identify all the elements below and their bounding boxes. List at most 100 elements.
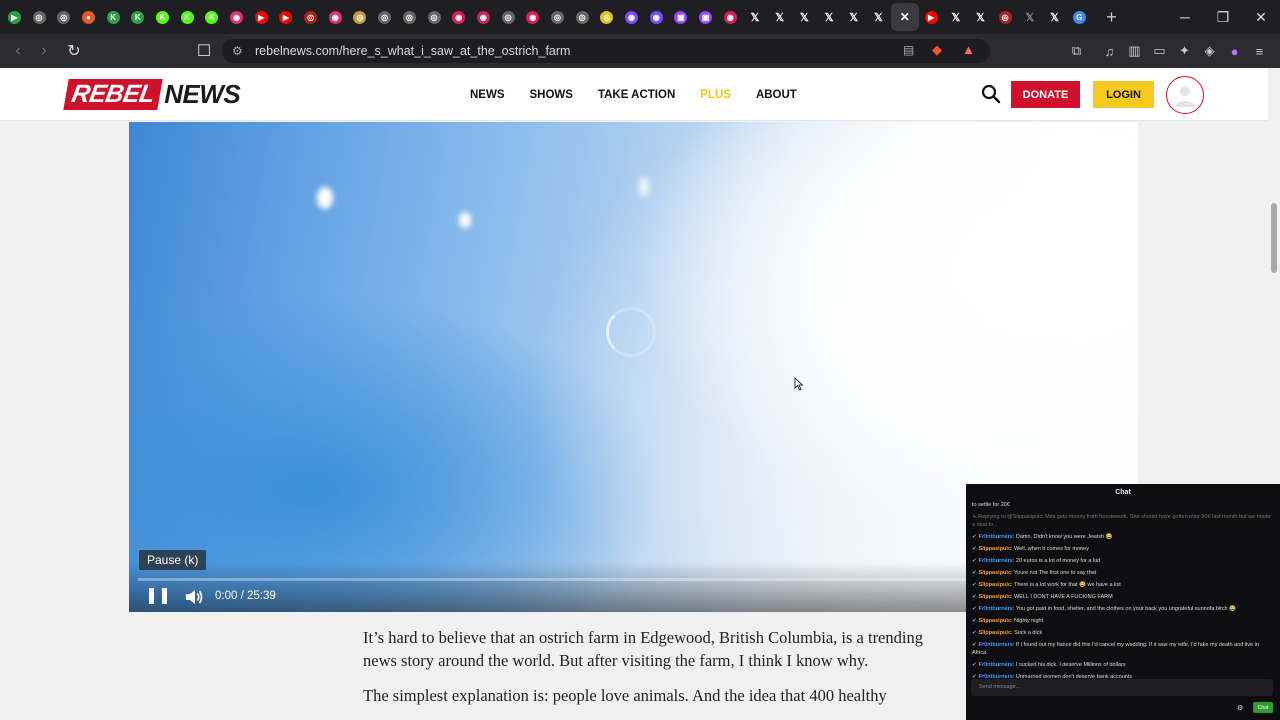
chat-username[interactable]: Slippasipulc <box>979 582 1011 588</box>
browser-tab[interactable]: ▶ <box>274 3 299 31</box>
article-body: It’s hard to believe that an ostrich far… <box>363 626 923 719</box>
chat-text: Damn. Didn't know you were Jewish 😂 <box>1015 534 1113 540</box>
browser-tab[interactable]: ◉ <box>446 3 471 31</box>
browser-tab[interactable]: 𝕏 <box>841 3 866 31</box>
window-close-icon[interactable]: ✕ <box>1242 0 1280 34</box>
search-icon[interactable] <box>981 84 1001 104</box>
browser-tab[interactable]: ◎ <box>51 3 76 31</box>
nav-plus[interactable]: PLUS <box>700 89 731 101</box>
chat-username[interactable]: Slippasipulc <box>979 570 1011 576</box>
chat-username[interactable]: Fr0ntburners <box>979 558 1013 564</box>
browser-tab[interactable]: ● <box>76 3 101 31</box>
chat-username[interactable]: Slippasipulc <box>979 594 1011 600</box>
donate-button[interactable]: DONATE <box>1011 81 1080 108</box>
circle-icon: ◎ <box>32 10 46 24</box>
chat-username[interactable]: Fr0ntburners <box>979 642 1013 648</box>
circle-icon: ● <box>81 10 95 24</box>
browser-tab[interactable]: ✕ <box>890 3 919 31</box>
browser-tab[interactable]: ◎ <box>545 3 570 31</box>
browser-tab[interactable]: 𝕏 <box>968 3 993 31</box>
restore-icon[interactable]: ❐ <box>1204 0 1242 34</box>
profile-icon[interactable]: ● <box>1222 44 1247 59</box>
browser-tab[interactable]: ◉ <box>323 3 348 31</box>
brave-shields-icon[interactable]: ◆ <box>932 42 942 58</box>
address-bar[interactable]: ⚙ rebelnews.com/here_s_what_i_saw_at_the… <box>222 39 990 63</box>
menu-icon[interactable]: ≡ <box>1247 44 1272 59</box>
nav-about[interactable]: ABOUT <box>756 89 797 101</box>
chat-username[interactable]: Fr0ntburners <box>979 662 1013 668</box>
browser-tab[interactable]: ◎ <box>496 3 521 31</box>
wallet-icon[interactable]: ▭ <box>1147 43 1172 59</box>
forward-icon[interactable]: › <box>31 38 57 64</box>
browser-tab[interactable]: ▣ <box>693 3 718 31</box>
browser-tab[interactable]: ◎ <box>298 3 323 31</box>
vpn-icon[interactable]: ◈ <box>1197 43 1222 59</box>
browser-tab[interactable]: K <box>125 3 150 31</box>
scrollbar-thumb[interactable] <box>1271 203 1277 273</box>
chat-settings-icon[interactable]: ⚙ <box>1237 704 1243 712</box>
nav-take-action[interactable]: TAKE ACTION <box>598 89 675 101</box>
browser-tab[interactable]: 𝕏 <box>866 3 891 31</box>
chat-text: Youre not The first one to say that <box>1013 570 1097 576</box>
browser-tab[interactable]: ◎ <box>27 3 52 31</box>
browser-tab[interactable]: ▶ <box>249 3 274 31</box>
browser-tab[interactable]: 𝕏 <box>743 3 768 31</box>
back-icon[interactable]: ‹ <box>5 38 31 64</box>
browser-tab[interactable]: ▶ <box>2 3 27 31</box>
new-tab-icon[interactable]: + <box>1100 7 1124 28</box>
browser-tab[interactable]: K <box>101 3 126 31</box>
avatar[interactable] <box>1166 76 1204 114</box>
browser-tab[interactable]: ▶ <box>919 3 944 31</box>
browser-tab[interactable]: ◎ <box>993 3 1018 31</box>
login-button[interactable]: LOGIN <box>1093 81 1154 108</box>
nav-shows[interactable]: SHOWS <box>530 89 573 101</box>
browser-tab[interactable]: ◎ <box>595 3 620 31</box>
browser-tab[interactable]: 𝕏 <box>943 3 968 31</box>
reload-icon[interactable]: ↻ <box>61 38 87 64</box>
rebel-news-logo[interactable]: REBEL NEWS <box>63 78 241 111</box>
browser-tab[interactable]: 𝕏 <box>767 3 792 31</box>
browser-tab[interactable]: ◉ <box>619 3 644 31</box>
volume-icon[interactable] <box>184 588 204 606</box>
browser-tab[interactable]: 𝕏 <box>792 3 817 31</box>
browser-tab[interactable]: ◎ <box>422 3 447 31</box>
reader-mode-icon[interactable]: ▤ <box>903 43 914 57</box>
site-info-icon[interactable]: ⚙ <box>232 44 243 58</box>
chat-username[interactable]: Slippasipulc <box>979 630 1011 636</box>
bookmark-icon[interactable]: ☐ <box>191 38 217 64</box>
browser-tab[interactable]: K <box>150 3 175 31</box>
chat-message: ✔ Fr0ntburners: If I found out my fiance … <box>972 641 1274 657</box>
sidebar-icon[interactable]: ▥ <box>1122 43 1147 59</box>
leo-icon[interactable]: ✦ <box>1172 43 1197 59</box>
chat-send-button[interactable]: Chat <box>1253 702 1273 713</box>
browser-tab[interactable]: ◉ <box>224 3 249 31</box>
chat-text: Well..when it comes for money <box>1014 546 1089 552</box>
browser-tab[interactable]: ▣ <box>669 3 694 31</box>
browser-tab[interactable]: ◉ <box>471 3 496 31</box>
chat-username[interactable]: Fr0ntburners <box>979 606 1013 612</box>
browser-tab[interactable]: G <box>1067 3 1092 31</box>
browser-tab[interactable]: ◉ <box>644 3 669 31</box>
browser-tab[interactable]: 𝕏 <box>817 3 842 31</box>
browser-tab[interactable]: ◎ <box>570 3 595 31</box>
browser-tab[interactable]: ◎ <box>348 3 373 31</box>
nav-news[interactable]: NEWS <box>470 89 505 101</box>
pause-icon[interactable] <box>149 588 167 606</box>
brave-rewards-icon[interactable]: ▲ <box>962 42 975 57</box>
chat-username[interactable]: Slippasipulc <box>979 546 1011 552</box>
screenshot-icon[interactable]: ⧉ <box>1064 43 1089 59</box>
minimize-icon[interactable]: ─ <box>1166 0 1204 34</box>
browser-tab[interactable]: K <box>200 3 225 31</box>
browser-tab[interactable]: ◉ <box>718 3 743 31</box>
circle-icon: ◎ <box>998 10 1012 24</box>
browser-tab[interactable]: 𝕏 <box>1042 3 1067 31</box>
browser-tab[interactable]: 𝕏 <box>1018 3 1043 31</box>
browser-tab[interactable]: ◎ <box>397 3 422 31</box>
chat-username[interactable]: Slippasipulc <box>979 618 1011 624</box>
browser-tab[interactable]: K <box>175 3 200 31</box>
chat-input[interactable]: Send message... <box>971 679 1273 696</box>
media-icon[interactable]: ♫ <box>1097 44 1122 59</box>
browser-tab[interactable]: ◎ <box>372 3 397 31</box>
browser-tab[interactable]: ◉ <box>520 3 545 31</box>
chat-username[interactable]: Fr0ntburners <box>979 534 1013 540</box>
